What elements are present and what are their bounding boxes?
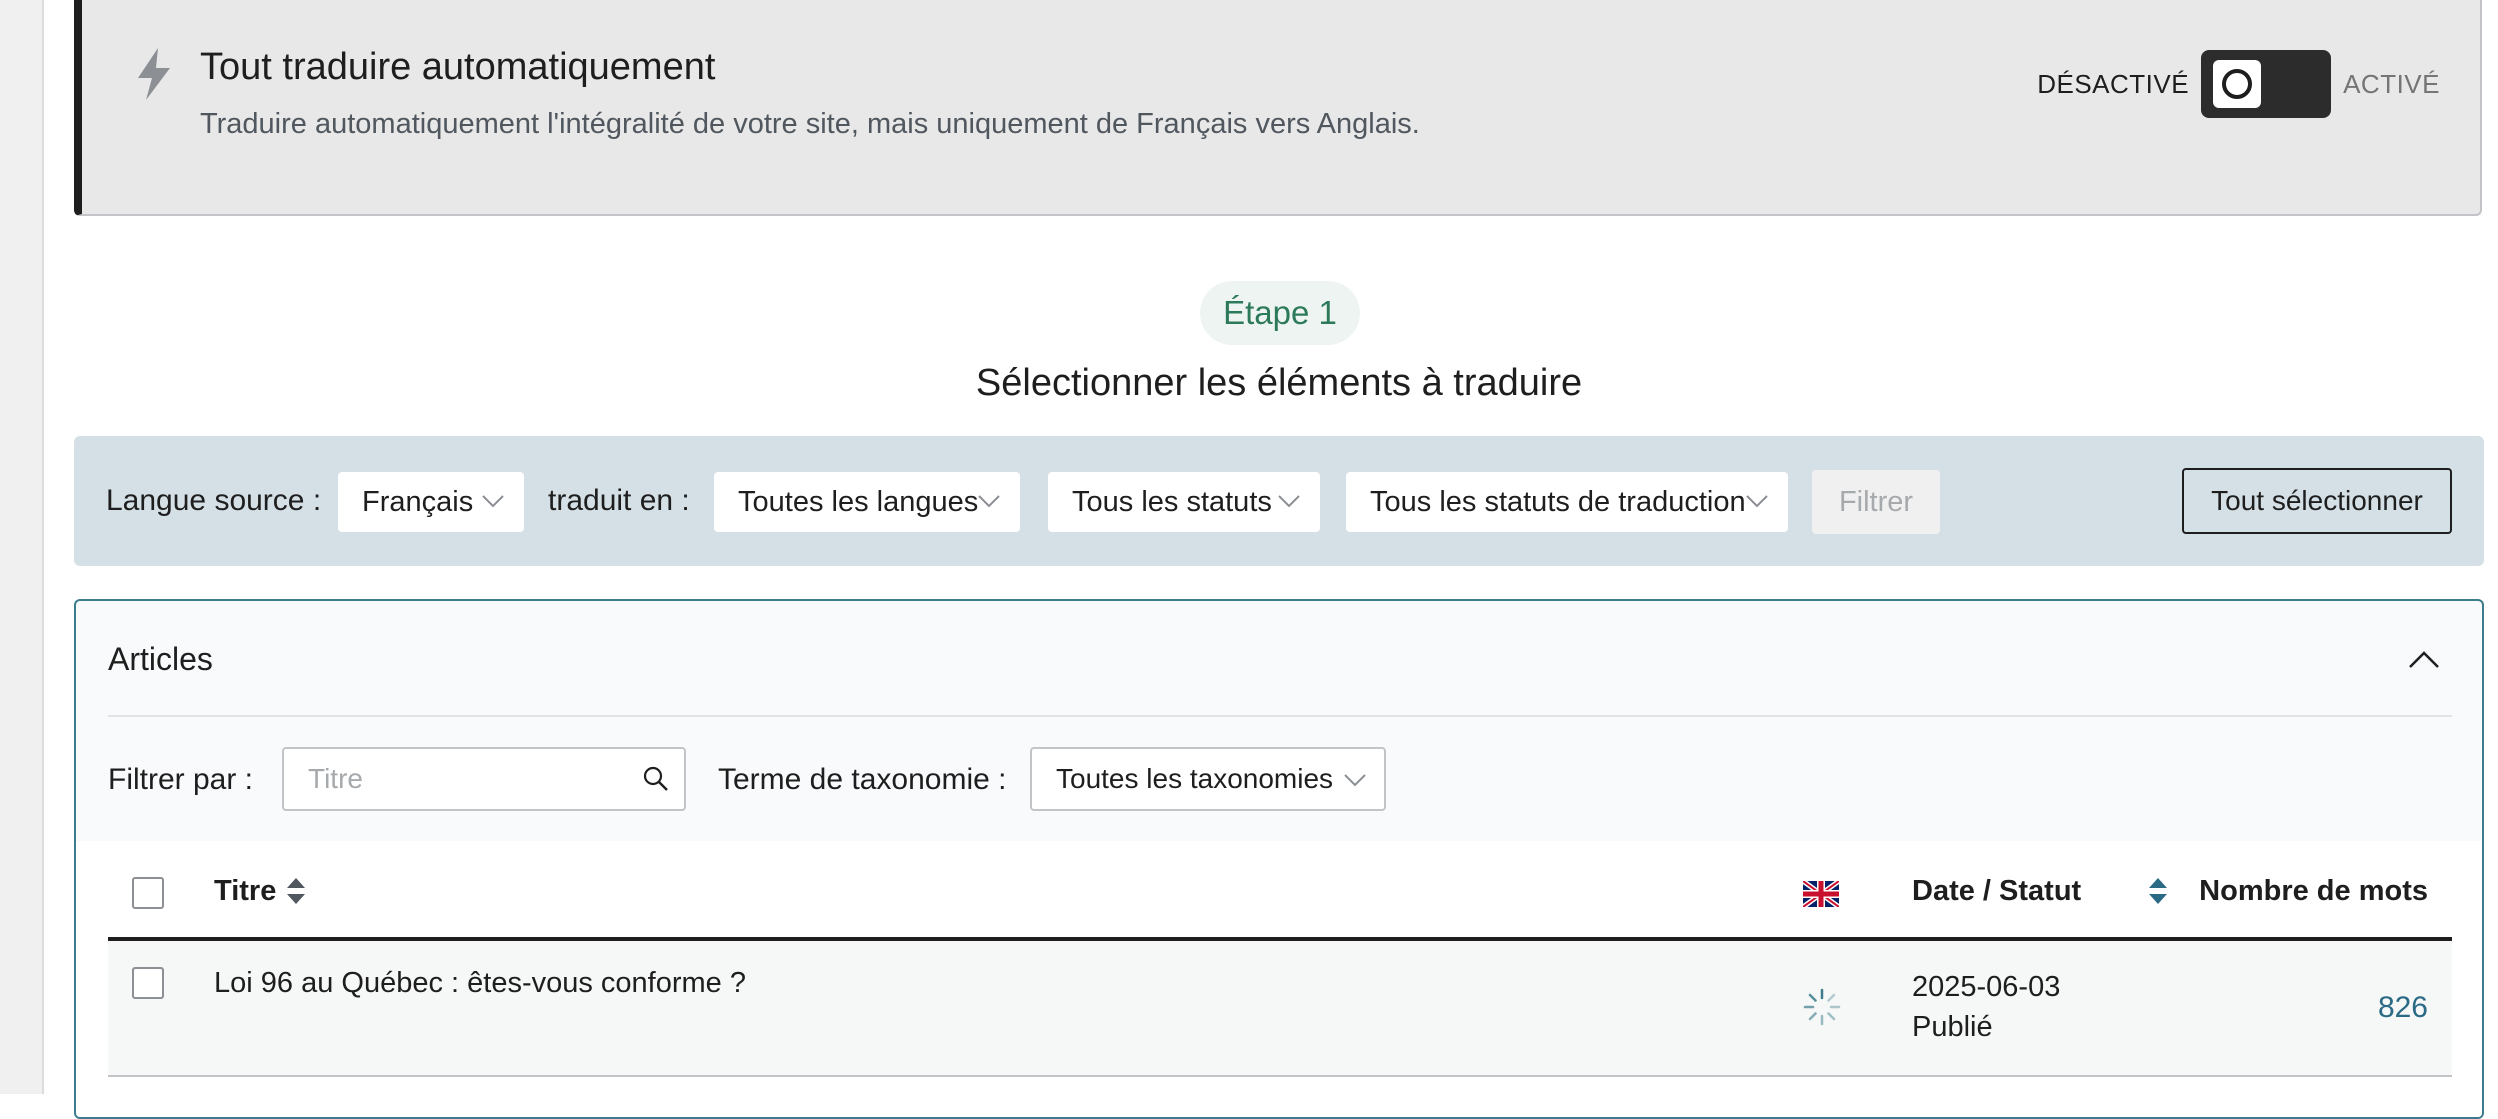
toggle-off-label: DÉSACTIVÉ	[2037, 68, 2190, 99]
select-all-rows-checkbox[interactable]	[132, 877, 164, 909]
row-date: 2025-06-03	[1912, 971, 2061, 1003]
filter-button[interactable]: Filtrer	[1812, 470, 1940, 534]
row-checkbox[interactable]	[132, 967, 164, 999]
row-title: Loi 96 au Québec : êtes-vous conforme ?	[214, 967, 746, 999]
auto-translate-toggle-group: DÉSACTIVÉ ACTIVÉ	[2037, 50, 2440, 118]
uk-flag-icon	[1803, 881, 1839, 907]
search-icon[interactable]	[642, 765, 670, 793]
step-badge: Étape 1	[1200, 281, 1360, 345]
articles-panel: Articles Filtrer par : Terme de taxonomi…	[74, 599, 2484, 1119]
title-search-wrap	[282, 747, 686, 811]
admin-sidebar-edge	[0, 0, 44, 1094]
articles-table: Titre Date / Statut Nombre de mots Loi 9…	[76, 841, 2482, 1117]
chevron-up-icon[interactable]	[2406, 643, 2442, 673]
chevron-down-icon	[1746, 495, 1768, 508]
translated-to-label: traduit en :	[548, 484, 690, 517]
row-status: Publié	[1912, 1011, 1993, 1043]
toggle-knob	[2213, 60, 2262, 108]
chevron-down-icon	[978, 495, 1000, 508]
table-header: Titre Date / Statut Nombre de mots	[108, 841, 2452, 941]
main-content: Tout traduire automatiquement Traduire a…	[74, 0, 2484, 1119]
chevron-down-icon	[482, 495, 504, 508]
filter-by-label: Filtrer par :	[108, 763, 254, 796]
row-word-count[interactable]: 826	[2378, 991, 2428, 1025]
auto-translate-toggle[interactable]	[2201, 50, 2332, 118]
translation-status-select[interactable]: Tous les statuts de traduction	[1346, 472, 1788, 532]
column-date-status[interactable]: Date / Statut	[1912, 875, 2081, 908]
loading-spinner-icon	[1803, 988, 1841, 1026]
auto-translate-description: Traduire automatiquement l'intégralité d…	[200, 108, 1420, 140]
taxonomy-select[interactable]: Toutes les taxonomies	[1030, 747, 1386, 811]
target-language-select[interactable]: Toutes les langues	[714, 472, 1020, 532]
table-row[interactable]: Loi 96 au Québec : êtes-vous conforme ? …	[108, 941, 2452, 1077]
title-search-input[interactable]	[284, 749, 624, 809]
articles-title: Articles	[108, 641, 213, 677]
chevron-down-icon	[1344, 774, 1366, 787]
step-title: Sélectionner les éléments à traduire	[975, 362, 1583, 404]
sort-icon[interactable]	[2148, 876, 2168, 906]
source-language-value: Français	[362, 485, 474, 518]
bolt-icon	[138, 48, 170, 100]
source-language-label: Langue source :	[106, 484, 322, 517]
column-title[interactable]: Titre	[214, 875, 276, 908]
sort-icon[interactable]	[286, 876, 306, 906]
auto-translate-title: Tout traduire automatiquement	[200, 46, 716, 88]
select-all-button[interactable]: Tout sélectionner	[2182, 468, 2452, 534]
auto-translate-banner: Tout traduire automatiquement Traduire a…	[74, 0, 2482, 216]
status-select[interactable]: Tous les statuts	[1048, 472, 1320, 532]
taxonomy-label: Terme de taxonomie :	[718, 763, 1007, 796]
taxonomy-value: Toutes les taxonomies	[1056, 763, 1334, 794]
column-word-count: Nombre de mots	[2199, 875, 2428, 907]
status-value: Tous les statuts	[1072, 485, 1272, 518]
chevron-down-icon	[1278, 495, 1300, 508]
toggle-on-label: ACTIVÉ	[2343, 68, 2440, 99]
target-language-value: Toutes les langues	[738, 485, 979, 518]
filter-bar: Langue source : Français traduit en : To…	[74, 436, 2484, 566]
panel-divider	[108, 715, 2452, 717]
translation-status-value: Tous les statuts de traduction	[1370, 485, 1746, 518]
source-language-select[interactable]: Français	[338, 472, 524, 532]
